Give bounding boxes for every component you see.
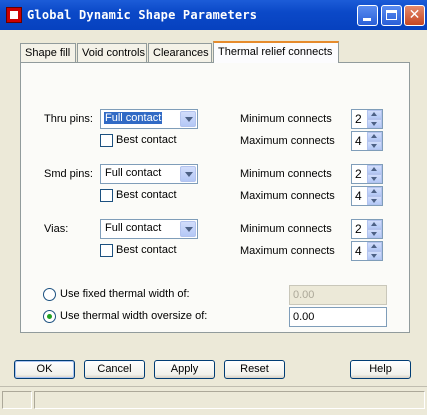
- smd-pins-select-value: Full contact: [105, 167, 162, 179]
- smd-pins-min-label: Minimum connects: [240, 168, 332, 180]
- spin-up-icon[interactable]: [367, 242, 382, 251]
- tab-shape-fill[interactable]: Shape fill: [20, 43, 76, 62]
- vias-best-contact-checkbox[interactable]: [100, 244, 113, 257]
- thru-pins-min-value: 2: [355, 112, 362, 126]
- thru-pins-select-value: Full contact: [102, 111, 164, 125]
- chevron-down-icon[interactable]: [180, 111, 196, 127]
- smd-pins-min-value: 2: [355, 167, 362, 181]
- vias-max-value: 4: [355, 244, 362, 258]
- thru-pins-best-contact-label: Best contact: [116, 134, 177, 146]
- thru-pins-select[interactable]: Full contact: [100, 109, 198, 129]
- close-icon: ✕: [408, 7, 421, 23]
- oversize-thermal-width-label: Use thermal width oversize of:: [60, 310, 208, 322]
- smd-pins-best-contact-checkbox[interactable]: [100, 189, 113, 202]
- spin-down-icon[interactable]: [367, 141, 382, 150]
- vias-max-spinner[interactable]: 4: [351, 241, 383, 261]
- ok-button[interactable]: OK: [14, 360, 75, 379]
- oversize-thermal-width-input[interactable]: 0.00: [289, 307, 387, 327]
- smd-pins-label: Smd pins:: [44, 168, 93, 180]
- spin-up-icon[interactable]: [367, 132, 382, 141]
- chevron-down-icon[interactable]: [180, 221, 196, 237]
- vias-label: Vias:: [44, 223, 69, 235]
- fixed-thermal-width-input: 0.00: [289, 285, 387, 305]
- thru-pins-max-spinner[interactable]: 4: [351, 131, 383, 151]
- spin-up-icon[interactable]: [367, 165, 382, 174]
- chevron-down-icon[interactable]: [180, 166, 196, 182]
- cancel-button[interactable]: Cancel: [84, 360, 145, 379]
- smd-pins-select[interactable]: Full contact: [100, 164, 198, 184]
- spin-down-icon[interactable]: [367, 229, 382, 238]
- thru-pins-min-label: Minimum connects: [240, 113, 332, 125]
- vias-max-label: Maximum connects: [240, 245, 335, 257]
- dialog-window: Global Dynamic Shape Parameters ✕ Shape …: [0, 0, 427, 415]
- title-bar[interactable]: Global Dynamic Shape Parameters ✕: [0, 0, 427, 30]
- smd-pins-max-spinner[interactable]: 4: [351, 186, 383, 206]
- thru-pins-label: Thru pins:: [44, 113, 93, 125]
- thru-pins-best-contact-checkbox[interactable]: [100, 134, 113, 147]
- status-bar: [0, 386, 427, 415]
- vias-select-value: Full contact: [105, 222, 162, 234]
- apply-button[interactable]: Apply: [154, 360, 215, 379]
- fixed-thermal-width-label: Use fixed thermal width of:: [60, 288, 190, 300]
- smd-pins-min-spinner[interactable]: 2: [351, 164, 383, 184]
- tab-void-controls[interactable]: Void controls: [77, 43, 147, 62]
- spin-up-icon[interactable]: [367, 220, 382, 229]
- vias-min-spinner[interactable]: 2: [351, 219, 383, 239]
- smd-pins-max-label: Maximum connects: [240, 190, 335, 202]
- tab-clearances[interactable]: Clearances: [148, 43, 212, 62]
- spin-down-icon[interactable]: [367, 251, 382, 260]
- status-segment: [2, 391, 32, 409]
- spin-down-icon[interactable]: [367, 196, 382, 205]
- fixed-thermal-width-value: 0.00: [293, 289, 315, 301]
- app-icon: [6, 7, 22, 23]
- fixed-thermal-width-radio[interactable]: [43, 288, 56, 301]
- oversize-thermal-width-value: 0.00: [293, 311, 315, 323]
- status-segment: [34, 391, 425, 409]
- vias-best-contact-label: Best contact: [116, 244, 177, 256]
- close-button[interactable]: ✕: [404, 5, 425, 26]
- minimize-button[interactable]: [357, 5, 378, 26]
- spin-down-icon[interactable]: [367, 174, 382, 183]
- help-button[interactable]: Help: [350, 360, 411, 379]
- vias-select[interactable]: Full contact: [100, 219, 198, 239]
- maximize-button[interactable]: [381, 5, 402, 26]
- thru-pins-max-value: 4: [355, 134, 362, 148]
- spin-up-icon[interactable]: [367, 187, 382, 196]
- oversize-thermal-width-radio[interactable]: [43, 310, 56, 323]
- vias-min-label: Minimum connects: [240, 223, 332, 235]
- tab-thermal-relief-connects[interactable]: Thermal relief connects: [213, 41, 339, 63]
- thru-pins-min-spinner[interactable]: 2: [351, 109, 383, 129]
- spin-up-icon[interactable]: [367, 110, 382, 119]
- spin-down-icon[interactable]: [367, 119, 382, 128]
- vias-min-value: 2: [355, 222, 362, 236]
- smd-pins-best-contact-label: Best contact: [116, 189, 177, 201]
- window-title: Global Dynamic Shape Parameters: [27, 8, 258, 22]
- thru-pins-max-label: Maximum connects: [240, 135, 335, 147]
- smd-pins-max-value: 4: [355, 189, 362, 203]
- reset-button[interactable]: Reset: [224, 360, 285, 379]
